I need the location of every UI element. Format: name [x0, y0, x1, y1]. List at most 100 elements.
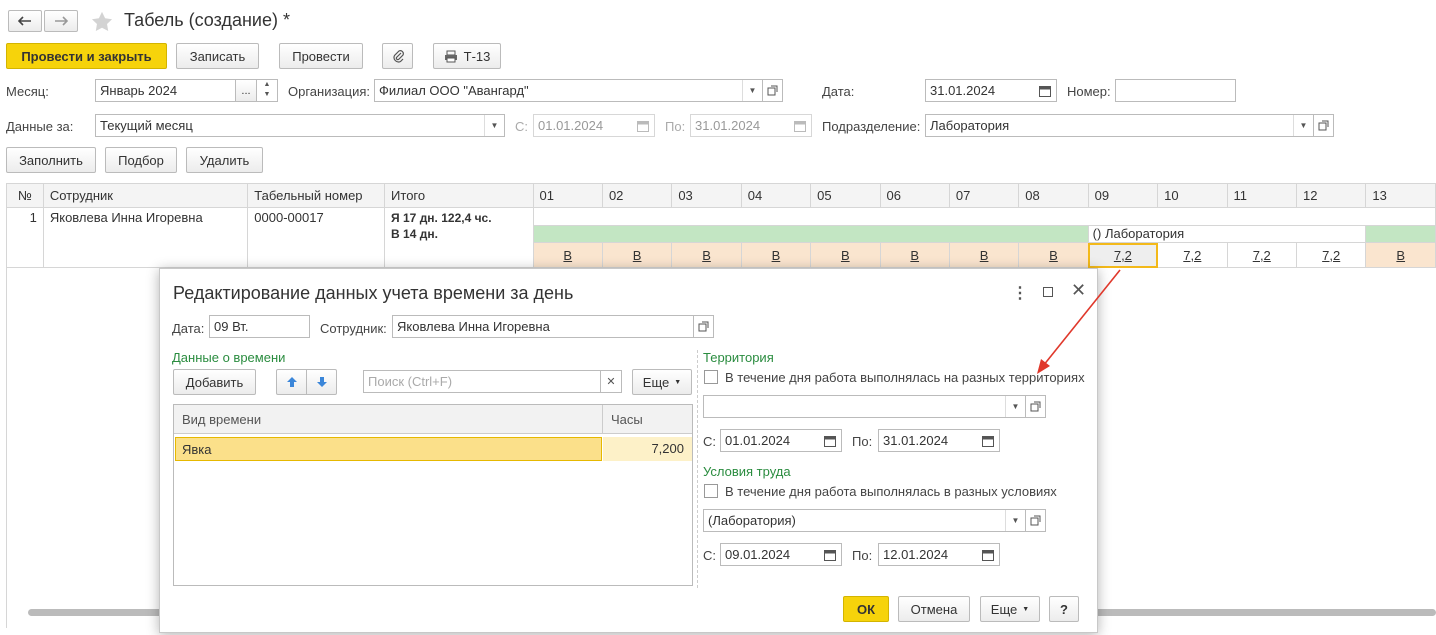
col-day[interactable]: 05	[810, 183, 881, 208]
conditions-from-field[interactable]: 09.01.2024	[720, 543, 842, 566]
col-day[interactable]: 08	[1018, 183, 1089, 208]
maximize-icon[interactable]	[1043, 287, 1053, 297]
day-cell[interactable]: 7,2	[1295, 242, 1367, 268]
calendar-icon[interactable]	[1034, 80, 1056, 101]
col-hours[interactable]: Часы	[611, 412, 643, 427]
territory-to-field[interactable]: 31.01.2024	[878, 429, 1000, 452]
calendar-icon[interactable]	[819, 544, 841, 565]
chevron-down-icon[interactable]: ▼	[484, 115, 504, 136]
territory-open-button[interactable]	[1025, 395, 1046, 418]
row-employee[interactable]: Яковлева Инна Игоревна	[42, 207, 249, 268]
save-button[interactable]: Записать	[176, 43, 259, 69]
day-cell[interactable]: В	[1018, 242, 1089, 268]
search-input[interactable]: Поиск (Ctrl+F)	[363, 370, 601, 393]
territory-field[interactable]: ▼	[703, 395, 1026, 418]
month-field[interactable]: Январь 2024	[95, 79, 236, 102]
calendar-icon[interactable]	[789, 115, 811, 136]
fill-button[interactable]: Заполнить	[6, 147, 96, 173]
col-time-type[interactable]: Вид времени	[182, 412, 261, 427]
department-field[interactable]: Лаборатория ▼	[925, 114, 1314, 137]
territory-from-field[interactable]: 01.01.2024	[720, 429, 842, 452]
ok-button[interactable]: ОК	[843, 596, 889, 622]
day-cell[interactable]: В	[671, 242, 742, 268]
col-day[interactable]: 07	[948, 183, 1020, 208]
close-icon[interactable]: ✕	[1071, 280, 1086, 301]
add-button[interactable]: Добавить	[173, 369, 256, 395]
chevron-down-icon[interactable]: ▼	[1005, 510, 1025, 531]
conditions-field[interactable]: (Лаборатория) ▼	[703, 509, 1026, 532]
post-button[interactable]: Провести	[279, 43, 363, 69]
col-day[interactable]: 12	[1295, 183, 1367, 208]
col-total[interactable]: Итого	[384, 183, 534, 208]
col-day[interactable]: 03	[671, 183, 742, 208]
calendar-icon[interactable]	[977, 544, 999, 565]
calendar-icon[interactable]	[632, 115, 654, 136]
day-cell[interactable]: В	[740, 242, 812, 268]
calendar-icon[interactable]	[977, 430, 999, 451]
conditions-checkbox[interactable]	[704, 484, 718, 498]
conditions-to-field[interactable]: 12.01.2024	[878, 543, 1000, 566]
dialog-employee-field[interactable]: Яковлева Инна Игоревна	[392, 315, 694, 338]
day-cell[interactable]: В	[1365, 242, 1436, 268]
clear-search-icon[interactable]: ✕	[600, 370, 622, 393]
col-num[interactable]: №	[6, 183, 44, 208]
back-button[interactable]	[8, 10, 42, 32]
to-date-field[interactable]: 31.01.2024	[690, 114, 812, 137]
day-cell-selected[interactable]: 7,2	[1087, 242, 1159, 268]
more2-button[interactable]: Еще ▼	[980, 596, 1040, 622]
more-button[interactable]: Еще ▼	[632, 369, 692, 395]
conditions-open-button[interactable]	[1025, 509, 1046, 532]
star-icon[interactable]	[91, 11, 113, 32]
col-employee[interactable]: Сотрудник	[42, 183, 249, 208]
col-day[interactable]: 13	[1365, 183, 1436, 208]
chevron-down-icon[interactable]: ▼	[1005, 396, 1025, 417]
conditions-checkbox-label[interactable]: В течение дня работа выполнялась в разны…	[725, 484, 1057, 499]
move-up-button[interactable]	[276, 369, 307, 395]
help-button[interactable]: ?	[1049, 596, 1079, 622]
delete-button[interactable]: Удалить	[186, 147, 263, 173]
move-down-button[interactable]	[306, 369, 337, 395]
day-cell[interactable]: В	[532, 242, 603, 268]
from-date-field[interactable]: 01.01.2024	[533, 114, 655, 137]
attach-button[interactable]	[382, 43, 413, 69]
dialog-date-field[interactable]: 09 Вт.	[209, 315, 310, 338]
time-row-type[interactable]: Явка	[175, 437, 602, 461]
chevron-down-icon[interactable]: ▼	[742, 80, 762, 101]
day-cell[interactable]: В	[879, 242, 950, 268]
col-day[interactable]: 09	[1087, 183, 1159, 208]
col-day[interactable]: 06	[879, 183, 950, 208]
col-day[interactable]: 10	[1157, 183, 1228, 208]
cancel-button[interactable]: Отмена	[898, 596, 970, 622]
post-and-close-button[interactable]: Провести и закрыть	[6, 43, 167, 69]
department-open-button[interactable]	[1313, 114, 1334, 137]
spin-down-icon[interactable]: ▼	[257, 90, 277, 100]
calendar-icon[interactable]	[819, 430, 841, 451]
date-field[interactable]: 31.01.2024	[925, 79, 1057, 102]
t13-print-button[interactable]: Т-13	[433, 43, 501, 69]
chevron-down-icon[interactable]: ▼	[1293, 115, 1313, 136]
table-row[interactable]: 1 Яковлева Инна Игоревна 0000-00017 Я 17…	[6, 207, 1436, 268]
col-day[interactable]: 11	[1226, 183, 1297, 208]
dialog-menu-icon[interactable]: ⋮	[1012, 283, 1028, 303]
employee-open-button[interactable]	[693, 315, 714, 338]
spin-up-icon[interactable]: ▲	[257, 80, 277, 90]
territory-checkbox[interactable]	[704, 370, 718, 384]
col-tabnum[interactable]: Табельный номер	[247, 183, 386, 208]
pick-button[interactable]: Подбор	[105, 147, 177, 173]
col-day[interactable]: 02	[601, 183, 673, 208]
territory-checkbox-label[interactable]: В течение дня работа выполнялась на разн…	[725, 370, 1085, 385]
day-cell[interactable]: 7,2	[1226, 242, 1297, 268]
data-for-field[interactable]: Текущий месяц ▼	[95, 114, 505, 137]
organization-open-button[interactable]	[762, 79, 783, 102]
forward-button[interactable]	[44, 10, 78, 32]
col-day[interactable]: 04	[740, 183, 812, 208]
month-spinner[interactable]: ▲ ▼	[256, 79, 278, 102]
col-day[interactable]: 01	[532, 183, 603, 208]
month-select-button[interactable]: ...	[235, 79, 257, 102]
organization-field[interactable]: Филиал ООО "Авангард" ▼	[374, 79, 763, 102]
day-cell[interactable]: В	[948, 242, 1020, 268]
day-cell[interactable]: В	[810, 242, 881, 268]
day-cell[interactable]: 7,2	[1157, 242, 1228, 268]
day-cell[interactable]: В	[601, 242, 673, 268]
time-row-hours[interactable]: 7,200	[603, 437, 692, 461]
